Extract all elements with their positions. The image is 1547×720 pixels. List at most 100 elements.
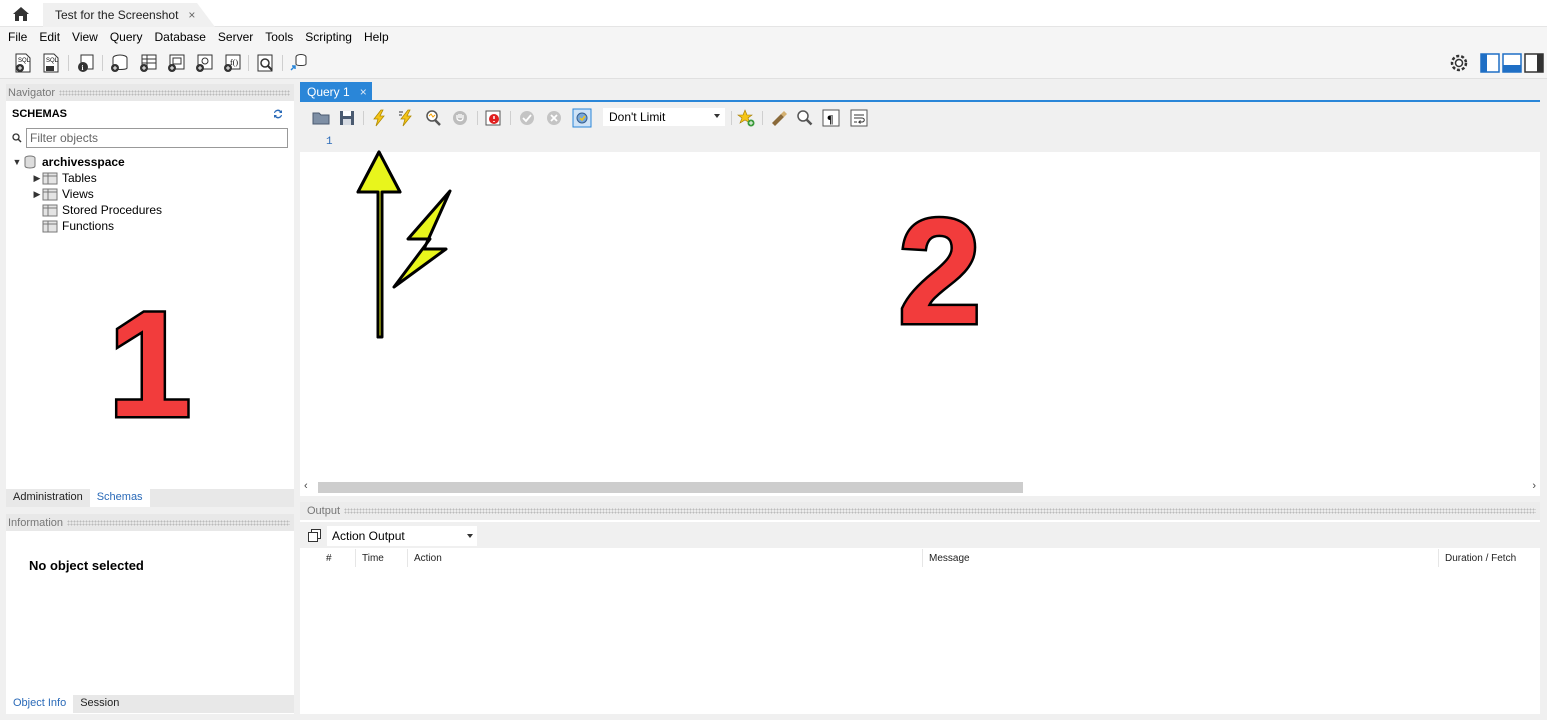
information-bottom-tabs: Object Info Session: [6, 695, 294, 713]
column-header-action[interactable]: Action: [407, 549, 922, 567]
column-header-message[interactable]: Message: [922, 549, 1438, 567]
create-view-icon[interactable]: [165, 52, 187, 74]
menu-server[interactable]: Server: [212, 30, 259, 44]
line-number: 1: [326, 136, 333, 148]
scroll-left-icon[interactable]: ‹: [304, 480, 308, 492]
auto-commit-toggle-icon[interactable]: [572, 108, 592, 128]
filter-objects-input[interactable]: [26, 128, 288, 148]
menu-view[interactable]: View: [66, 30, 104, 44]
add-snippet-icon[interactable]: [737, 109, 755, 127]
settings-gear-icon[interactable]: [1448, 52, 1470, 74]
refresh-icon[interactable]: [272, 108, 284, 120]
tab-object-info[interactable]: Object Info: [6, 695, 74, 713]
column-header-time[interactable]: Time: [355, 549, 407, 567]
tab-schemas[interactable]: Schemas: [89, 489, 150, 507]
schemas-title: SCHEMAS: [12, 108, 68, 120]
output-type-select[interactable]: Action Output: [327, 526, 477, 546]
schema-name: archivesspace: [42, 155, 125, 169]
menu-help[interactable]: Help: [358, 30, 395, 44]
word-wrap-icon[interactable]: [850, 109, 868, 127]
open-file-icon[interactable]: [312, 109, 330, 127]
tree-item-tables[interactable]: ▶ Tables: [32, 170, 97, 186]
menu-file[interactable]: File: [2, 30, 33, 44]
expand-right-icon[interactable]: ▶: [32, 173, 42, 184]
home-button[interactable]: [0, 0, 41, 27]
tree-item-views[interactable]: ▶ Views: [32, 186, 94, 202]
toggle-secondary-sidebar-icon[interactable]: [1524, 53, 1544, 73]
tab-administration[interactable]: Administration: [6, 489, 90, 507]
menu-database[interactable]: Database: [149, 30, 212, 44]
output-panel: Output Action Output # Time Action Messa…: [300, 502, 1540, 714]
home-icon: [12, 6, 29, 21]
tree-item-label: Views: [62, 187, 94, 201]
new-sql-tab-icon[interactable]: SQL: [12, 52, 34, 74]
beautify-icon[interactable]: [770, 109, 788, 127]
search-table-data-icon[interactable]: [254, 52, 276, 74]
folder-procedure-icon: [42, 204, 58, 217]
tab-session[interactable]: Session: [73, 695, 126, 713]
tree-item-label: Stored Procedures: [62, 203, 163, 217]
close-icon[interactable]: ×: [360, 85, 367, 99]
search-icon: [12, 133, 22, 143]
tree-item-label: Functions: [62, 219, 115, 233]
folder-table-icon: [42, 172, 58, 185]
stop-icon[interactable]: [451, 109, 469, 127]
left-panel: Navigator SCHEMAS ▼ archivesspace ▶ Tabl…: [6, 84, 294, 714]
inspector-icon[interactable]: i: [75, 52, 97, 74]
output-toolbar: Action Output: [300, 522, 1540, 548]
explain-icon[interactable]: [424, 109, 442, 127]
menu-edit[interactable]: Edit: [33, 30, 66, 44]
create-procedure-icon[interactable]: [193, 52, 215, 74]
menu-tools[interactable]: Tools: [259, 30, 299, 44]
navigator-header-label: Navigator: [8, 86, 56, 99]
expand-right-icon[interactable]: ▶: [32, 189, 42, 200]
toggle-output-icon[interactable]: [1502, 53, 1522, 73]
tab-query-1[interactable]: Query 1 ×: [300, 82, 372, 102]
menu-bar: File Edit View Query Database Server Too…: [0, 27, 1547, 47]
commit-icon[interactable]: [518, 109, 536, 127]
scroll-right-icon[interactable]: ›: [1532, 480, 1536, 492]
find-replace-icon[interactable]: [796, 109, 814, 127]
output-type-value: Action Output: [332, 529, 405, 543]
chevron-down-icon: [714, 114, 720, 118]
column-header-duration-fetch[interactable]: Duration / Fetch: [1438, 549, 1540, 567]
svg-text:f(): f(): [230, 58, 238, 67]
annotation-number-two: 2: [895, 187, 983, 355]
scrollbar-thumb[interactable]: [318, 482, 1023, 493]
rollback-icon[interactable]: [545, 109, 563, 127]
information-header-label: Information: [8, 516, 64, 529]
copy-icon[interactable]: [308, 529, 321, 542]
open-sql-script-icon[interactable]: SQL: [40, 52, 62, 74]
create-table-icon[interactable]: [137, 52, 159, 74]
database-icon: [24, 155, 36, 169]
close-icon[interactable]: ×: [188, 8, 195, 22]
schema-row[interactable]: ▼ archivesspace: [12, 154, 125, 170]
chevron-down-icon: [467, 534, 473, 538]
output-header-label: Output: [307, 505, 341, 517]
execute-icon[interactable]: [370, 109, 388, 127]
execute-current-statement-icon[interactable]: [397, 109, 415, 127]
toggle-error-stop-icon[interactable]: [484, 109, 502, 127]
menu-query[interactable]: Query: [104, 30, 149, 44]
column-header-number[interactable]: #: [320, 549, 355, 567]
sql-editor[interactable]: 1 2: [300, 132, 1540, 479]
save-icon[interactable]: [338, 109, 356, 127]
svg-text:i: i: [82, 64, 84, 72]
expand-down-icon[interactable]: ▼: [12, 157, 22, 167]
invisible-characters-icon[interactable]: ¶: [822, 109, 840, 127]
reconnect-icon[interactable]: [288, 52, 310, 74]
tree-item-functions[interactable]: Functions: [42, 218, 114, 234]
output-columns: # Time Action Message Duration / Fetch: [300, 549, 1540, 567]
query-tab-label: Query 1: [307, 85, 350, 99]
information-header: Information: [6, 514, 294, 531]
toggle-sidebar-icon[interactable]: [1480, 53, 1500, 73]
connection-tab[interactable]: Test for the Screenshot ×: [43, 3, 215, 27]
limit-rows-select[interactable]: Don't Limit: [602, 107, 726, 127]
tree-item-stored-procedures[interactable]: Stored Procedures: [42, 202, 162, 218]
horizontal-scrollbar[interactable]: ‹ ›: [300, 479, 1540, 496]
menu-scripting[interactable]: Scripting: [299, 30, 358, 44]
create-function-icon[interactable]: f(): [221, 52, 243, 74]
information-panel: Information No object selected: [6, 514, 294, 714]
navigator-bottom-tabs: Administration Schemas: [6, 489, 294, 507]
create-schema-icon[interactable]: [108, 52, 130, 74]
